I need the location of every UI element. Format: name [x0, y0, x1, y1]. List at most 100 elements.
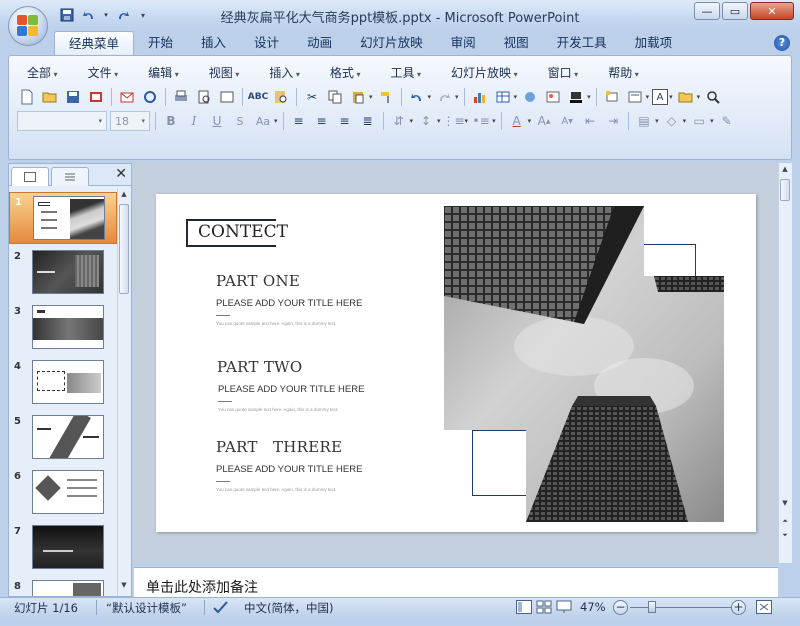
text-box-icon[interactable]: A: [652, 89, 669, 105]
menu-all[interactable]: 全部: [19, 64, 66, 81]
layout-icon[interactable]: [625, 87, 645, 107]
spell-check-icon[interactable]: [212, 599, 230, 618]
copy-icon[interactable]: [325, 87, 345, 107]
help-icon[interactable]: ?: [774, 35, 790, 51]
new-slide-icon[interactable]: [602, 87, 622, 107]
slide-thumbnail[interactable]: 1: [9, 192, 117, 244]
menu-insert[interactable]: 插入: [261, 64, 308, 81]
menu-window[interactable]: 窗口: [540, 64, 587, 81]
tab-view[interactable]: 视图: [490, 31, 543, 55]
part-one-description[interactable]: You can quote sample text here. Again, t…: [216, 321, 336, 326]
slide-heading[interactable]: CONTECT: [198, 222, 288, 242]
shrink-font-icon[interactable]: A ▼: [557, 111, 577, 131]
tab-slides[interactable]: [11, 167, 49, 186]
new-document-icon[interactable]: [17, 87, 37, 107]
slide-sorter-icon[interactable]: [536, 600, 552, 617]
redo-dropdown-icon[interactable]: ▾: [455, 93, 459, 101]
table-dropdown-icon[interactable]: ▾: [514, 93, 518, 101]
bullets-dropdown-icon[interactable]: ▾: [492, 117, 496, 125]
italic-icon[interactable]: I: [184, 111, 204, 131]
email-icon[interactable]: [117, 87, 137, 107]
slide-canvas[interactable]: CONTECT PART ONE PLEASE ADD YOUR TITLE H…: [156, 194, 756, 532]
numbering-icon[interactable]: ⋮≡: [443, 111, 465, 131]
slide-thumbnail[interactable]: 8: [9, 577, 117, 596]
tab-review[interactable]: 审阅: [437, 31, 490, 55]
strikethrough-icon[interactable]: S: [230, 111, 250, 131]
menu-file[interactable]: 文件: [80, 64, 127, 81]
align-right-icon[interactable]: ≡: [335, 111, 355, 131]
font-color-dropdown-icon[interactable]: ▾: [528, 117, 532, 125]
fill-color-dropdown-icon[interactable]: ▾: [587, 93, 591, 101]
tab-insert[interactable]: 插入: [187, 31, 240, 55]
slideshow-view-icon[interactable]: [556, 600, 572, 617]
part-one-title[interactable]: PART ONE: [216, 272, 300, 290]
shapes-dropdown-icon[interactable]: ▾: [683, 117, 687, 125]
spelling-icon[interactable]: ABC: [248, 87, 268, 107]
building-photo[interactable]: [444, 206, 724, 522]
scroll-down-arrow[interactable]: ▼: [118, 581, 130, 593]
close-icon[interactable]: ✕: [115, 166, 127, 182]
clipart-icon[interactable]: [520, 87, 540, 107]
menu-edit[interactable]: 编辑: [140, 64, 187, 81]
insert-chart-icon[interactable]: [470, 87, 490, 107]
scroll-thumb[interactable]: [780, 179, 790, 201]
language-indicator[interactable]: 中文(简体，中国): [244, 600, 333, 616]
slide-thumbnail[interactable]: 5: [9, 412, 117, 464]
zoom-level[interactable]: 47%: [580, 600, 606, 614]
close-button[interactable]: ✕: [750, 2, 794, 20]
redo-icon[interactable]: [434, 87, 454, 107]
numbering-dropdown-icon[interactable]: ▾: [465, 117, 469, 125]
slide-thumbnail[interactable]: 4: [9, 357, 117, 409]
zoom-in-button[interactable]: +: [731, 600, 746, 615]
slide-thumbnail[interactable]: 2: [9, 247, 117, 299]
print-preview-icon[interactable]: [194, 87, 214, 107]
bold-icon[interactable]: B: [161, 111, 181, 131]
tab-addins[interactable]: 加载项: [621, 31, 687, 55]
normal-view-icon[interactable]: [516, 600, 532, 617]
justify-icon[interactable]: ≣: [358, 111, 378, 131]
folder-dropdown-icon[interactable]: ▾: [697, 93, 701, 101]
fit-to-window-icon[interactable]: [756, 600, 772, 617]
menu-slideshow[interactable]: 幻灯片放映: [443, 64, 526, 81]
scroll-down-arrow[interactable]: ▼: [779, 499, 791, 511]
save-icon[interactable]: [63, 87, 83, 107]
slide-thumbnail[interactable]: 3: [9, 302, 117, 354]
arrange-dropdown-icon[interactable]: ▾: [655, 117, 659, 125]
menu-tools[interactable]: 工具: [382, 64, 429, 81]
fill-color-icon[interactable]: [566, 87, 586, 107]
thumbnail-scrollbar[interactable]: ▲ ▼: [117, 188, 130, 596]
arrange-icon[interactable]: ▤: [634, 111, 654, 131]
menu-help[interactable]: 帮助: [600, 64, 647, 81]
decrease-indent-icon[interactable]: ⇤: [580, 111, 600, 131]
part-two-title[interactable]: PART TWO: [217, 358, 302, 376]
font-color-icon[interactable]: A: [507, 111, 527, 131]
text-box-dropdown-icon[interactable]: ▾: [669, 93, 673, 101]
print-layout-icon[interactable]: [217, 87, 237, 107]
layout-dropdown-icon[interactable]: ▾: [646, 93, 650, 101]
shape-outline-icon[interactable]: ✎: [717, 111, 737, 131]
shape-fill-icon[interactable]: ▭: [689, 111, 709, 131]
undo-icon[interactable]: [407, 87, 427, 107]
format-painter-icon[interactable]: [376, 87, 396, 107]
align-left-icon[interactable]: ≡: [289, 111, 309, 131]
open-folder-icon[interactable]: [676, 87, 696, 107]
slide-thumbnail[interactable]: 6: [9, 467, 117, 519]
text-direction-icon[interactable]: ⇵: [389, 111, 409, 131]
tab-outline[interactable]: [51, 167, 89, 186]
paste-dropdown-icon[interactable]: ▾: [369, 93, 373, 101]
part-one-subtitle[interactable]: PLEASE ADD YOUR TITLE HERE: [216, 298, 362, 309]
research-icon[interactable]: [271, 87, 291, 107]
underline-icon[interactable]: U: [207, 111, 227, 131]
line-spacing-icon[interactable]: ↕: [416, 111, 436, 131]
paste-icon[interactable]: [348, 87, 368, 107]
tab-design[interactable]: 设计: [240, 31, 293, 55]
tab-developer[interactable]: 开发工具: [543, 31, 621, 55]
zoom-out-button[interactable]: −: [613, 600, 628, 615]
bullets-icon[interactable]: •≡: [471, 111, 491, 131]
grow-font-icon[interactable]: A ▲: [534, 111, 554, 131]
line-spacing-dropdown-icon[interactable]: ▾: [437, 117, 441, 125]
tab-classic-menu[interactable]: 经典菜单: [54, 31, 135, 55]
slide-thumbnail[interactable]: 7: [9, 522, 117, 574]
menu-format[interactable]: 格式: [322, 64, 369, 81]
zoom-slider-knob[interactable]: [648, 601, 656, 613]
